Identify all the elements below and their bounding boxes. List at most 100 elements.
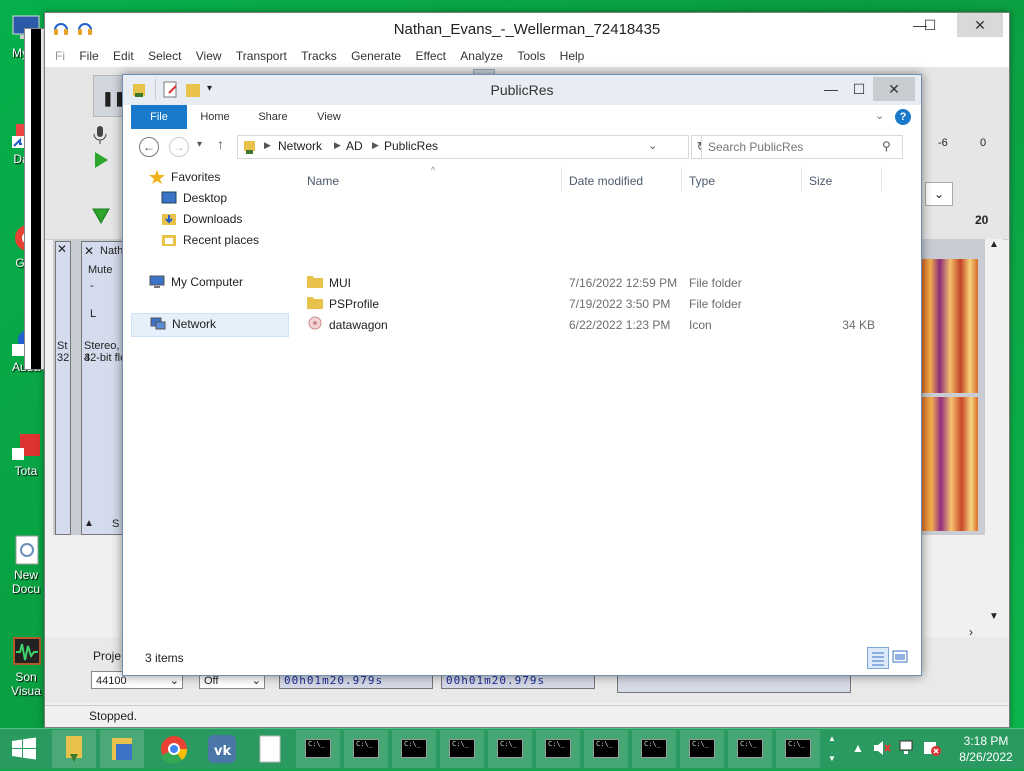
collapse-track-icon[interactable]: ▲ <box>84 518 94 529</box>
column-header-name[interactable]: Name <box>307 174 339 188</box>
track-select-button[interactable]: S <box>112 518 119 530</box>
track-close-button[interactable]: ✕ <box>84 244 94 258</box>
track-name[interactable]: Nath <box>100 245 123 257</box>
large-icons-view-button[interactable] <box>891 648 909 669</box>
menu-edit[interactable]: Edit <box>107 45 139 63</box>
audacity-maximize-button[interactable]: ☐ <box>915 13 945 37</box>
tool-play-at-speed-button[interactable] <box>91 207 111 228</box>
search-icon[interactable]: ⚲ <box>882 139 891 153</box>
nav-my-computer[interactable]: My Computer <box>149 272 279 292</box>
tab-share[interactable]: Share <box>253 105 293 129</box>
menu-transport[interactable]: Transport <box>230 45 292 63</box>
action-center-alert-icon[interactable] <box>922 739 942 760</box>
explorer-minimize-button[interactable]: — <box>817 77 845 101</box>
file-list: ^ Name Date modified Type Size MUI 7/16/… <box>293 165 921 645</box>
details-view-button[interactable] <box>867 647 889 669</box>
audacity-menubar: Fi File Edit Select View Transport Track… <box>45 45 1009 67</box>
up-button[interactable]: ↑ <box>217 136 224 152</box>
tab-file[interactable]: File <box>131 105 187 129</box>
column-header-date[interactable]: Date modified <box>569 174 643 188</box>
taskbar-cmd[interactable] <box>632 730 676 768</box>
explorer-maximize-button[interactable]: ☐ <box>845 77 873 101</box>
taskbar-cmd[interactable] <box>680 730 724 768</box>
sonic-visualiser-icon <box>10 636 42 668</box>
tab-view[interactable]: View <box>309 105 349 129</box>
menu-tools[interactable]: Tools <box>511 45 550 63</box>
menu-generate[interactable]: Generate <box>345 45 406 63</box>
address-dropdown-icon[interactable]: ⌄ <box>648 139 657 152</box>
audacity-close-button[interactable]: ✕ <box>957 13 1003 37</box>
meter-tick: 0 <box>980 137 987 149</box>
nav-desktop[interactable]: Desktop <box>161 188 279 208</box>
menu-analyze[interactable]: Analyze <box>454 45 508 63</box>
breadcrumb-publicres[interactable]: PublicRes <box>384 139 438 153</box>
nav-network[interactable]: Network <box>131 313 289 337</box>
taskbar-cmd[interactable] <box>488 730 532 768</box>
recent-locations-dropdown[interactable]: ▾ <box>197 139 202 150</box>
meter-tick: -6 <box>938 137 948 149</box>
taskbar-cmd[interactable] <box>344 730 388 768</box>
nav-recent-label: Recent places <box>183 233 260 247</box>
gain-slider[interactable]: - <box>90 280 94 292</box>
taskbar-explorer-pinned[interactable] <box>52 730 96 768</box>
file-name: datawagon <box>329 318 388 332</box>
computer-icon <box>149 275 165 289</box>
play-button[interactable] <box>93 151 109 172</box>
taskbar-file-explorer[interactable] <box>100 730 144 768</box>
nav-downloads[interactable]: Downloads <box>161 209 279 229</box>
track-edge: ✕ St 32 <box>55 241 71 535</box>
project-rate-label: Proje <box>93 649 122 663</box>
search-input[interactable] <box>706 138 878 156</box>
menu-select[interactable]: Select <box>142 45 186 63</box>
show-hidden-icons-button[interactable]: ▲ <box>852 741 864 755</box>
menu-effect[interactable]: Effect <box>409 45 450 63</box>
taskbar-notepad[interactable] <box>248 730 292 768</box>
file-row[interactable]: MUI 7/16/2022 12:59 PM File folder <box>303 272 899 293</box>
file-date: 7/19/2022 3:50 PM <box>569 297 671 311</box>
pause-button[interactable]: ❚❚ <box>93 75 125 117</box>
cmd-icon <box>641 739 667 758</box>
vertical-scrollbar[interactable]: ▲ ▼ <box>985 239 1003 627</box>
track-info: 32-bit flo <box>84 352 127 364</box>
cmd-icon <box>353 739 379 758</box>
tab-home[interactable]: Home <box>195 105 235 129</box>
device-dropdown[interactable]: ⌄ <box>925 182 953 206</box>
forward-button[interactable]: → <box>169 137 189 157</box>
taskbar-vk[interactable]: vk <box>200 730 244 768</box>
column-header-type[interactable]: Type <box>689 174 715 188</box>
file-row[interactable]: PSProfile 7/19/2022 3:50 PM File folder <box>303 293 899 314</box>
taskbar-cmd[interactable] <box>584 730 628 768</box>
menu-view[interactable]: View <box>190 45 227 63</box>
start-button[interactable] <box>2 730 46 768</box>
nav-favorites[interactable]: Favorites <box>149 167 279 187</box>
system-clock[interactable]: 3:18 PM 8/26/2022 <box>954 733 1018 765</box>
taskbar-overflow-button[interactable]: ▲ ▼ <box>826 730 844 768</box>
pan-slider[interactable]: L <box>90 308 96 320</box>
expand-ribbon-icon[interactable]: ⌄ <box>875 109 884 122</box>
volume-muted-icon[interactable] <box>872 739 892 760</box>
back-button[interactable]: ← <box>139 137 159 157</box>
taskbar-cmd[interactable] <box>536 730 580 768</box>
taskbar-chrome[interactable] <box>152 730 196 768</box>
explorer-close-button[interactable]: ✕ <box>873 77 915 101</box>
file-type: File folder <box>689 276 742 290</box>
help-icon[interactable]: ? <box>895 109 911 125</box>
file-row[interactable]: datawagon 6/22/2022 1:23 PM Icon 34 KB <box>303 314 899 335</box>
breadcrumb-network[interactable]: Network <box>278 139 322 153</box>
address-bar[interactable]: ▶ Network ▶ AD ▶ PublicRes ⌄ <box>237 135 689 159</box>
taskbar-cmd[interactable] <box>440 730 484 768</box>
network-status-icon[interactable] <box>898 739 918 760</box>
menu-tracks[interactable]: Tracks <box>295 45 342 63</box>
nav-recent-places[interactable]: Recent places <box>161 230 279 250</box>
taskbar-cmd[interactable] <box>392 730 436 768</box>
menu-help[interactable]: Help <box>554 45 590 63</box>
mute-button[interactable]: Mute <box>88 264 112 276</box>
menu-file[interactable]: File <box>73 45 103 63</box>
column-header-size[interactable]: Size <box>809 174 832 188</box>
search-box[interactable]: ⚲ <box>701 135 903 159</box>
taskbar-cmd[interactable] <box>776 730 820 768</box>
taskbar-cmd[interactable] <box>728 730 772 768</box>
recent-places-icon <box>161 233 177 247</box>
taskbar-cmd[interactable] <box>296 730 340 768</box>
breadcrumb-ad[interactable]: AD <box>346 139 363 153</box>
